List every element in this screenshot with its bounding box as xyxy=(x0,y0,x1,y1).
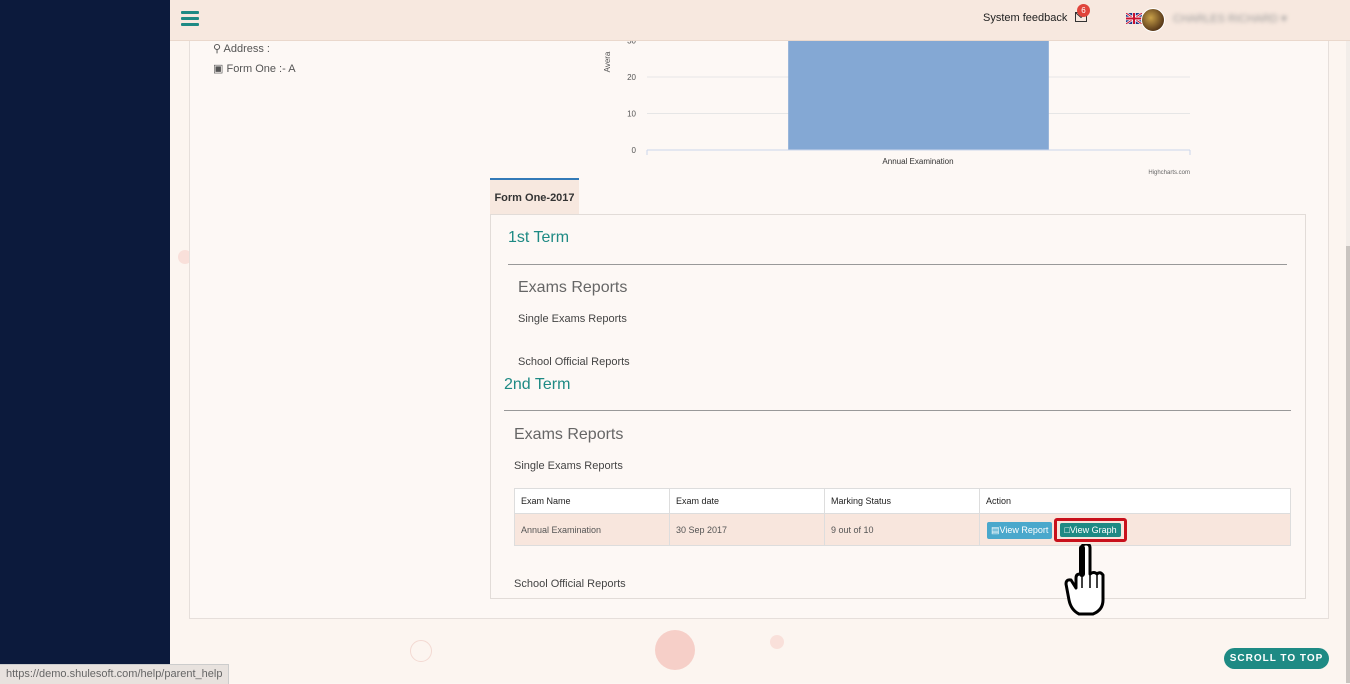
exams-table: Exam Name Exam date Marking Status Actio… xyxy=(514,488,1291,546)
decor-circle xyxy=(410,640,432,662)
decor-circle xyxy=(655,630,695,670)
term-2-title: 2nd Term xyxy=(504,376,571,393)
chart-credit[interactable]: Highcharts.com xyxy=(1148,170,1190,176)
address-label: Address : xyxy=(223,43,270,55)
exams-reports-heading: Exams Reports xyxy=(514,426,624,443)
exams-reports-heading: Exams Reports xyxy=(518,279,628,296)
divider xyxy=(508,264,1287,265)
highlight-box: □View Graph xyxy=(1054,517,1127,542)
school-official-reports-link[interactable]: School Official Reports xyxy=(514,578,626,590)
sidebar xyxy=(0,0,170,683)
decor-circle xyxy=(770,635,784,649)
mail-count-badge: 6 xyxy=(1077,4,1090,17)
pointing-hand-icon xyxy=(1064,544,1105,616)
y-axis-label: Avera xyxy=(603,51,612,72)
address-row: ⚲ Address : xyxy=(213,42,270,55)
chart-bar[interactable] xyxy=(788,30,1049,150)
menu-toggle-icon[interactable] xyxy=(181,11,199,29)
single-exams-reports-link[interactable]: Single Exams Reports xyxy=(514,460,623,472)
file-icon: ▤ xyxy=(991,524,1000,535)
action-cell: ▤View Report □View Graph xyxy=(979,513,1291,546)
exam-date-cell: 30 Sep 2017 xyxy=(669,513,825,546)
y-tick-label: 20 xyxy=(627,73,636,82)
table-header-row: Exam Name Exam date Marking Status Actio… xyxy=(514,488,1291,514)
view-graph-label: View Graph xyxy=(1069,524,1117,535)
col-exam-name: Exam Name xyxy=(514,488,670,514)
divider xyxy=(504,410,1291,411)
status-url-bar: https://demo.shulesoft.com/help/parent_h… xyxy=(0,664,230,684)
y-tick-label: 10 xyxy=(627,110,636,119)
system-feedback-link[interactable]: System feedback xyxy=(983,12,1067,24)
view-report-button[interactable]: ▤View Report xyxy=(987,521,1053,539)
scrollbar-thumb[interactable] xyxy=(1346,246,1350,683)
top-bar: System feedback 6 CHARLES RICHARD ▾ xyxy=(170,0,1350,41)
view-graph-button[interactable]: □View Graph xyxy=(1060,522,1121,537)
form-row: ▣ Form One :- A xyxy=(213,62,296,75)
uk-flag-icon[interactable] xyxy=(1126,13,1142,24)
exam-name-cell: Annual Examination xyxy=(514,513,670,546)
x-category-label: Annual Examination xyxy=(882,157,953,166)
marking-status-cell: 9 out of 10 xyxy=(824,513,980,546)
col-marking-status: Marking Status xyxy=(824,488,980,514)
avatar[interactable] xyxy=(1141,8,1165,32)
single-exams-reports-link[interactable]: Single Exams Reports xyxy=(518,313,627,325)
view-report-label: View Report xyxy=(999,524,1049,535)
map-marker-icon: ⚲ xyxy=(213,43,222,55)
form-label: Form One :- A xyxy=(226,63,296,75)
scroll-to-top-button[interactable]: SCROLL TO TOP xyxy=(1224,648,1329,669)
y-tick-label: 0 xyxy=(632,146,637,155)
chart-svg: 3020100 Avera Annual Examination Highcha… xyxy=(603,30,1191,176)
term-1-title: 1st Term xyxy=(508,229,570,246)
col-exam-date: Exam date xyxy=(669,488,825,514)
table-row: Annual Examination 30 Sep 2017 9 out of … xyxy=(514,513,1291,546)
school-official-reports-link[interactable]: School Official Reports xyxy=(518,356,630,368)
user-name-dropdown[interactable]: CHARLES RICHARD ▾ xyxy=(1173,12,1287,25)
col-action: Action xyxy=(979,488,1291,514)
main-area: ⚲ Address : ▣ Form One :- A 30 20 10 0 Aver… xyxy=(170,0,1350,683)
tab-form-one-2017[interactable]: Form One-2017 xyxy=(490,178,579,215)
briefcase-icon: ▣ xyxy=(213,63,224,75)
exam-chart: 30 20 10 0 Avera Annual Examination Highcha… xyxy=(600,30,1200,180)
